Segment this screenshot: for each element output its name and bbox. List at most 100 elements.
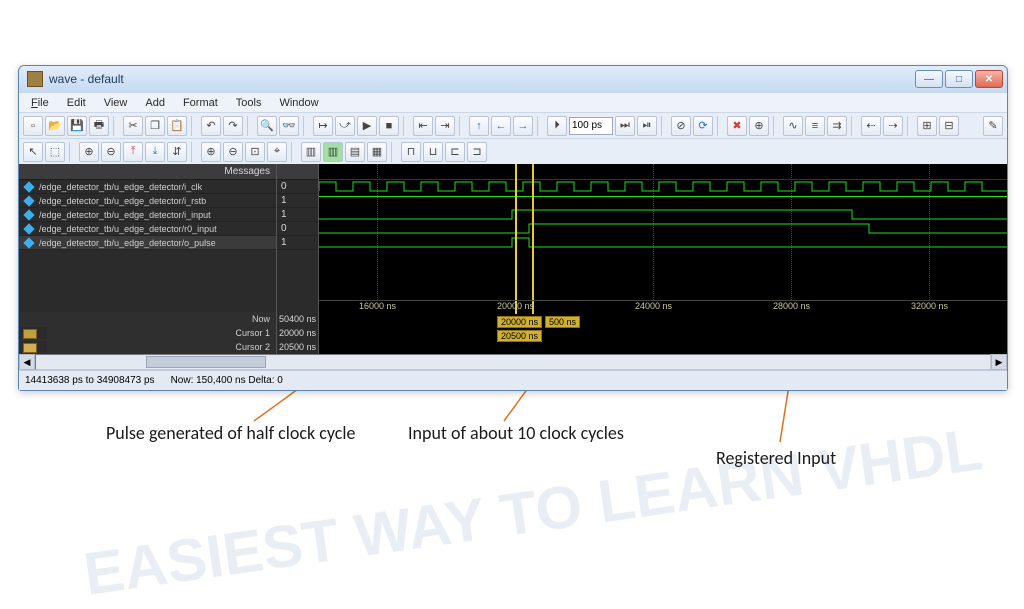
- wave-opulse: [319, 236, 1007, 250]
- next-edge-icon[interactable]: ⇥: [435, 116, 455, 136]
- status-range: 14413638 ps to 34908473 ps: [25, 375, 155, 386]
- menu-edit[interactable]: Edit: [59, 95, 94, 111]
- edge-any-icon[interactable]: ⇵: [167, 142, 187, 162]
- find-icon[interactable]: 🔍: [257, 116, 277, 136]
- signal-diamond-icon: [23, 223, 34, 234]
- expand-icon[interactable]: ⊕: [79, 142, 99, 162]
- scroll-track[interactable]: [35, 354, 991, 370]
- signal-row[interactable]: /edge_detector_tb/u_edge_detector/i_clk: [19, 180, 276, 194]
- redo-icon[interactable]: ↷: [223, 116, 243, 136]
- step-over-icon[interactable]: ⤻: [335, 116, 355, 136]
- menu-window[interactable]: Window: [271, 95, 326, 111]
- new-icon[interactable]: ▫: [23, 116, 43, 136]
- signal-row[interactable]: /edge_detector_tb/u_edge_detector/r0_inp…: [19, 222, 276, 236]
- layout-a-icon[interactable]: ▥: [301, 142, 321, 162]
- zoom-out-icon[interactable]: ⊖: [223, 142, 243, 162]
- time-input[interactable]: [569, 117, 613, 135]
- prev-edge-icon[interactable]: ⇤: [413, 116, 433, 136]
- value-column: 0 1 1 0 1 50400 ns 20000 ns 20500 ns: [277, 164, 319, 354]
- menu-add[interactable]: Add: [137, 95, 173, 111]
- pointer-icon[interactable]: ↖: [23, 142, 43, 162]
- help-icon[interactable]: ✎: [983, 116, 1003, 136]
- group-icon[interactable]: ⊞: [917, 116, 937, 136]
- menu-view[interactable]: View: [96, 95, 136, 111]
- timescale: 16000 ns 20000 ns 24000 ns 28000 ns 3200…: [319, 300, 1007, 314]
- toggle-2-icon[interactable]: ⊔: [423, 142, 443, 162]
- value-cell: 1: [277, 236, 318, 250]
- layout-c-icon[interactable]: ▤: [345, 142, 365, 162]
- scroll-thumb[interactable]: [146, 356, 266, 368]
- prev-transition-icon[interactable]: ⇠: [861, 116, 881, 136]
- value-cell: 1: [277, 194, 318, 208]
- edge-neg-icon[interactable]: ⤓: [145, 142, 165, 162]
- menu-file[interactable]: File: [23, 95, 57, 111]
- list-icon[interactable]: ≡: [805, 116, 825, 136]
- run-time-icon[interactable]: ⏵: [547, 116, 567, 136]
- zoom-in-icon[interactable]: ⊕: [201, 142, 221, 162]
- select-icon[interactable]: ⬚: [45, 142, 65, 162]
- toggle-4-icon[interactable]: ⊐: [467, 142, 487, 162]
- run-icon[interactable]: ▶: [357, 116, 377, 136]
- zoom-cursor-icon[interactable]: ⌖: [267, 142, 287, 162]
- layout-d-icon[interactable]: ▦: [367, 142, 387, 162]
- cursor1-flag[interactable]: 20000 ns: [497, 316, 542, 328]
- hscroll[interactable]: ◀ ▶: [19, 354, 1007, 370]
- binoculars-icon[interactable]: 👓: [279, 116, 299, 136]
- value-cell: 0: [277, 180, 318, 194]
- cursor2-flag[interactable]: 20500 ns: [497, 330, 542, 342]
- wave-area: Messages /edge_detector_tb/u_edge_detect…: [19, 164, 1007, 354]
- menu-format[interactable]: Format: [175, 95, 226, 111]
- collapse-icon[interactable]: ⊖: [101, 142, 121, 162]
- paste-icon[interactable]: 📋: [167, 116, 187, 136]
- next-transition-icon[interactable]: ⇢: [883, 116, 903, 136]
- now-value: 50400 ns: [277, 312, 318, 326]
- wave-canvas[interactable]: 16000 ns 20000 ns 24000 ns 28000 ns 3200…: [319, 164, 1007, 354]
- fwd-arrow-icon[interactable]: →: [513, 116, 533, 136]
- statusbar: 14413638 ps to 34908473 ps Now: 150,400 …: [19, 370, 1007, 390]
- break-icon[interactable]: ⊘: [671, 116, 691, 136]
- cursor-delete-icon[interactable]: ✖: [727, 116, 747, 136]
- layout-b-icon[interactable]: ▥: [323, 142, 343, 162]
- cursor1-row[interactable]: Cursor 1: [19, 326, 276, 340]
- run-all-icon[interactable]: ⏯: [637, 116, 657, 136]
- back-arrow-icon[interactable]: ←: [491, 116, 511, 136]
- cursor2-row[interactable]: Cursor 2: [19, 340, 276, 354]
- save-icon[interactable]: 💾: [67, 116, 87, 136]
- cursor-add-icon[interactable]: ⊕: [749, 116, 769, 136]
- close-button[interactable]: ✕: [975, 70, 1003, 88]
- toolbar-row-2: ↖ ⬚ ⊕ ⊖ ⤒ ⤓ ⇵ ⊕ ⊖ ⊡ ⌖ ▥ ▥ ▤ ▦ ⊓ ⊔ ⊏ ⊐: [19, 138, 1007, 164]
- toggle-1-icon[interactable]: ⊓: [401, 142, 421, 162]
- ungroup-icon[interactable]: ⊟: [939, 116, 959, 136]
- print-icon[interactable]: 🖶: [89, 116, 109, 136]
- cursor-delta-flag: 500 ns: [545, 316, 580, 328]
- minimize-button[interactable]: —: [915, 70, 943, 88]
- toggle-3-icon[interactable]: ⊏: [445, 142, 465, 162]
- menu-tools[interactable]: Tools: [228, 95, 270, 111]
- signal-row[interactable]: /edge_detector_tb/u_edge_detector/i_rstb: [19, 194, 276, 208]
- wave-clk: [319, 180, 1007, 194]
- up-arrow-icon[interactable]: ↑: [469, 116, 489, 136]
- titlebar[interactable]: wave - default — □ ✕: [19, 66, 1007, 92]
- signal-row[interactable]: /edge_detector_tb/u_edge_detector/o_puls…: [19, 236, 276, 250]
- maximize-button[interactable]: □: [945, 70, 973, 88]
- step-icon[interactable]: ↦: [313, 116, 333, 136]
- scroll-left-icon[interactable]: ◀: [19, 354, 35, 370]
- wave-icon[interactable]: ∿: [783, 116, 803, 136]
- stop-icon[interactable]: ■: [379, 116, 399, 136]
- scroll-right-icon[interactable]: ▶: [991, 354, 1007, 370]
- copy-icon[interactable]: ❐: [145, 116, 165, 136]
- cut-icon[interactable]: ✂: [123, 116, 143, 136]
- signal-diamond-icon: [23, 209, 34, 220]
- undo-icon[interactable]: ↶: [201, 116, 221, 136]
- dataflow-icon[interactable]: ⇉: [827, 116, 847, 136]
- cursor-2-line[interactable]: [532, 164, 534, 314]
- edge-pos-icon[interactable]: ⤒: [123, 142, 143, 162]
- value-cell: 0: [277, 222, 318, 236]
- cursor1-value: 20000 ns: [277, 326, 318, 340]
- run-step-icon[interactable]: ⏭: [615, 116, 635, 136]
- signal-row[interactable]: /edge_detector_tb/u_edge_detector/i_inpu…: [19, 208, 276, 222]
- zoom-full-icon[interactable]: ⊡: [245, 142, 265, 162]
- refresh-icon[interactable]: ⟳: [693, 116, 713, 136]
- cursor-1-line[interactable]: [515, 164, 517, 314]
- open-icon[interactable]: 📂: [45, 116, 65, 136]
